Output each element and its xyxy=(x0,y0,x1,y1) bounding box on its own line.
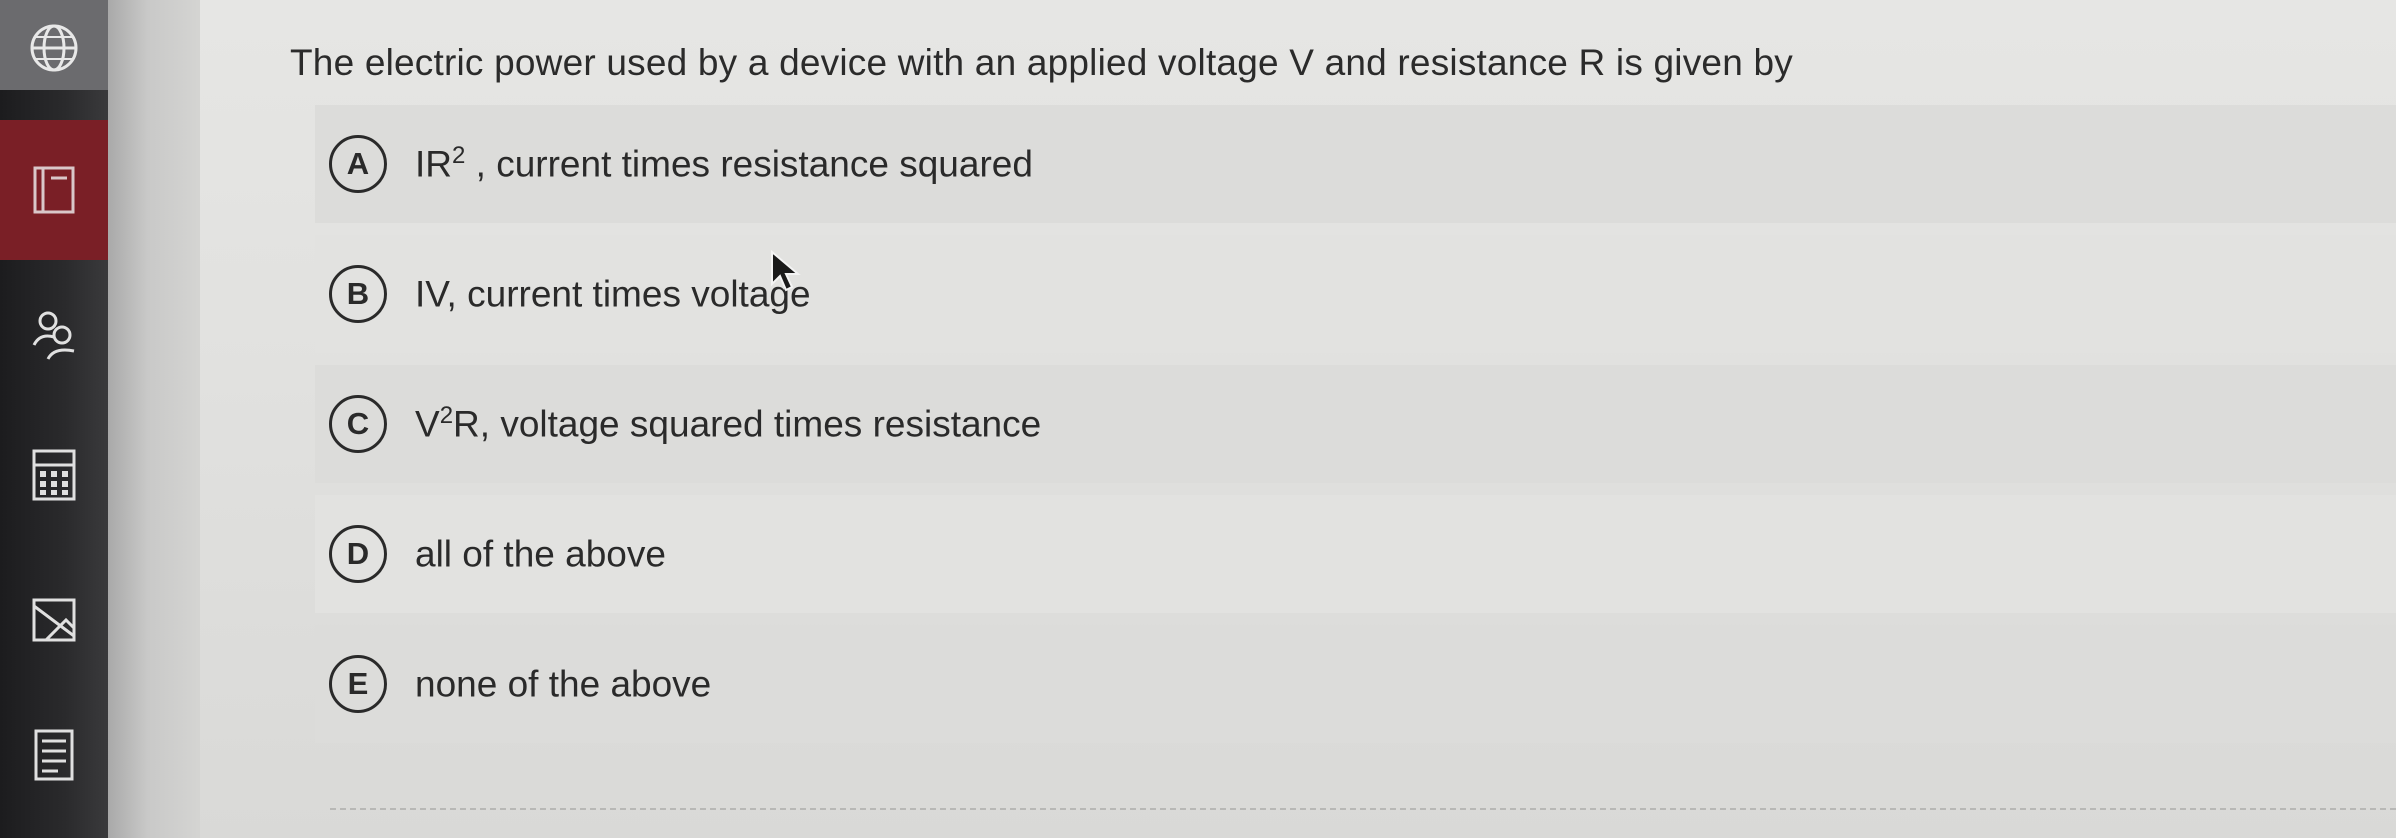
question-text: The electric power used by a device with… xyxy=(290,42,1793,83)
option-label-base: IR xyxy=(415,143,452,185)
option-label-superscript: 2 xyxy=(439,402,454,430)
answer-options: A IR2 , current times resistance squared… xyxy=(315,105,2396,755)
option-e[interactable]: E none of the above xyxy=(315,625,2396,743)
calculator-icon[interactable] xyxy=(0,440,108,510)
option-label-base: V xyxy=(415,403,440,445)
image-icon[interactable] xyxy=(0,590,108,650)
option-a[interactable]: A IR2 , current times resistance squared xyxy=(315,105,2396,223)
option-letter-badge: B xyxy=(329,265,387,323)
option-label: none of the above xyxy=(415,662,711,705)
option-letter-badge: D xyxy=(329,525,387,583)
option-label-superscript: 2 xyxy=(452,142,466,170)
option-label-rest: , current times resistance squared xyxy=(465,143,1033,185)
option-b[interactable]: B IV, current times voltage xyxy=(315,235,2396,353)
option-letter-badge: E xyxy=(329,655,387,713)
screen-bezel xyxy=(108,0,208,838)
option-label: all of the above xyxy=(415,532,666,575)
section-divider xyxy=(330,808,2396,810)
option-label: IV, current times voltage xyxy=(415,272,811,315)
left-toolbar xyxy=(0,0,108,838)
option-label-rest: IV, current times voltage xyxy=(415,273,811,315)
mouse-cursor-icon xyxy=(770,249,804,299)
option-label-rest: R, voltage squared times resistance xyxy=(453,403,1042,445)
document-icon[interactable] xyxy=(0,720,108,790)
option-c[interactable]: C V2R, voltage squared times resistance xyxy=(315,365,2396,483)
globe-icon[interactable] xyxy=(0,18,108,78)
option-label: IR2 , current times resistance squared xyxy=(415,142,1033,185)
book-icon[interactable] xyxy=(0,160,108,220)
option-label: V2R, voltage squared times resistance xyxy=(415,402,1041,445)
option-letter-badge: A xyxy=(329,135,387,193)
people-icon[interactable] xyxy=(0,300,108,370)
option-label-rest: none of the above xyxy=(415,663,712,705)
question-panel: The electric power used by a device with… xyxy=(200,0,2396,838)
option-d[interactable]: D all of the above xyxy=(315,495,2396,613)
option-label-rest: all of the above xyxy=(415,533,666,575)
option-letter-badge: C xyxy=(329,395,387,453)
